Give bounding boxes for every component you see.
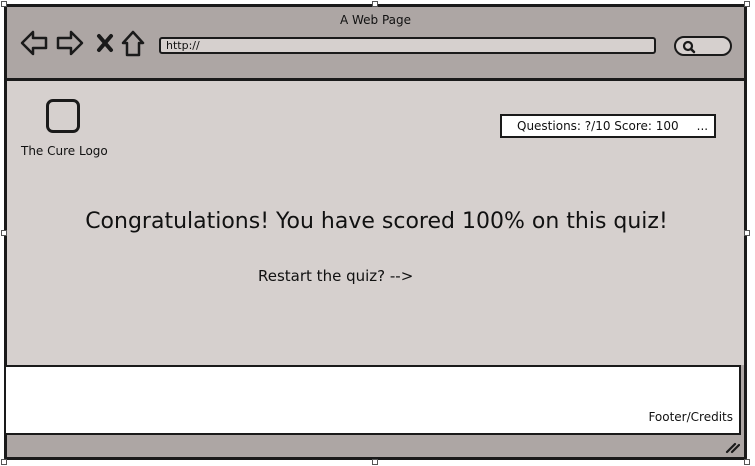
search-icon	[682, 40, 696, 54]
selection-handle	[1, 1, 7, 7]
selection-handle	[372, 1, 378, 7]
selection-handle	[1, 459, 7, 465]
window-title: A Web Page	[339, 13, 412, 27]
home-icon[interactable]	[120, 29, 146, 57]
forward-arrow-icon[interactable]	[55, 29, 85, 57]
close-icon[interactable]	[95, 29, 115, 57]
quiz-status-box: Questions: ?/10 Score: 100 ...	[500, 114, 716, 138]
quiz-status-text: Questions: ?/10 Score: 100	[517, 119, 679, 133]
url-field[interactable]: http://	[159, 37, 656, 54]
selection-handle	[1, 230, 7, 236]
footer-credits: Footer/Credits	[648, 410, 733, 424]
selection-handle	[744, 459, 750, 465]
selection-handle	[372, 459, 378, 465]
browser-chrome: A Web Page http://	[7, 7, 744, 81]
status-more-button[interactable]: ...	[697, 116, 708, 136]
footer: Footer/Credits	[4, 365, 741, 435]
back-arrow-icon[interactable]	[19, 29, 49, 57]
browser-window: A Web Page http:// The Cure Logo Questio…	[4, 4, 747, 460]
selection-handle	[744, 230, 750, 236]
page-content: The Cure Logo Questions: ?/10 Score: 100…	[7, 81, 744, 365]
logo-placeholder	[46, 99, 80, 133]
restart-quiz-link[interactable]: Restart the quiz? -->	[258, 267, 413, 285]
selection-handle	[744, 1, 750, 7]
search-field[interactable]	[674, 36, 732, 56]
congratulations-heading: Congratulations! You have scored 100% on…	[85, 209, 668, 234]
resize-grip-icon[interactable]	[724, 440, 740, 454]
logo-label: The Cure Logo	[21, 144, 108, 158]
status-bar	[7, 437, 744, 457]
